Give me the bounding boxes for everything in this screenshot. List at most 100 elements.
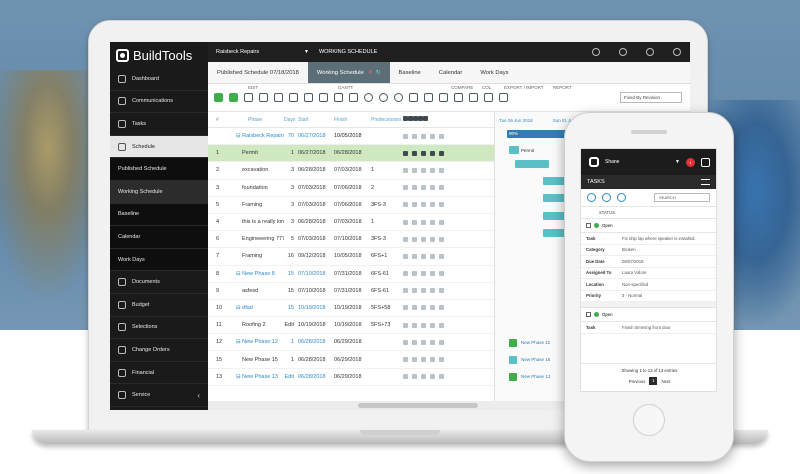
- link-icon[interactable]: [334, 93, 343, 102]
- sidebar-subitem-working-schedule[interactable]: Working Schedule: [110, 180, 208, 204]
- phone-user[interactable]: Shane: [605, 159, 669, 165]
- link-icon[interactable]: [421, 253, 426, 259]
- comment-icon[interactable]: [430, 133, 435, 139]
- attachment-icon[interactable]: [439, 339, 444, 345]
- lightbulb-icon[interactable]: [592, 48, 600, 56]
- gantt-bar-phase15[interactable]: [509, 356, 517, 364]
- comment-icon[interactable]: [430, 185, 435, 191]
- add-icon[interactable]: [403, 374, 408, 380]
- tab-work-days[interactable]: Work Days: [471, 62, 517, 83]
- link-icon[interactable]: [421, 150, 426, 156]
- chevron-down-icon[interactable]: ▼: [304, 49, 309, 55]
- attachment-icon[interactable]: [439, 185, 444, 191]
- tab-working-schedule[interactable]: Working Schedule ✕ ↻: [307, 62, 390, 83]
- comment-icon[interactable]: [430, 202, 435, 208]
- eye-icon[interactable]: [412, 288, 417, 294]
- col-finish[interactable]: Finish: [334, 117, 371, 123]
- collapse-icon[interactable]: [424, 93, 433, 102]
- eye-icon[interactable]: [412, 339, 417, 345]
- link-icon[interactable]: [421, 288, 426, 294]
- attachment-icon[interactable]: [439, 236, 444, 242]
- col-phase[interactable]: Phase: [226, 117, 284, 123]
- add-icon[interactable]: [403, 271, 408, 277]
- close-icon[interactable]: ✕: [368, 70, 373, 76]
- attachment-icon[interactable]: [439, 288, 444, 294]
- comment-icon[interactable]: [430, 339, 435, 345]
- attachment-icon[interactable]: [439, 202, 444, 208]
- add-icon[interactable]: [403, 150, 408, 156]
- link-icon[interactable]: [421, 219, 426, 225]
- link-icon[interactable]: [421, 133, 426, 139]
- eye-icon[interactable]: [412, 357, 417, 363]
- eye-icon[interactable]: [412, 133, 417, 139]
- print-icon[interactable]: [499, 93, 508, 102]
- import-icon[interactable]: [484, 93, 493, 102]
- attachment-icon[interactable]: [423, 116, 428, 121]
- eye-icon[interactable]: [412, 150, 417, 156]
- indent-icon[interactable]: [289, 93, 298, 102]
- comment-icon[interactable]: [430, 236, 435, 242]
- buildtools-logo-icon[interactable]: [589, 157, 599, 167]
- add-icon[interactable]: [403, 339, 408, 345]
- hamburger-menu-icon[interactable]: [701, 179, 710, 185]
- add-icon[interactable]: [403, 202, 408, 208]
- eye-icon[interactable]: [412, 202, 417, 208]
- attachment-icon[interactable]: [439, 374, 444, 380]
- prev-page-button[interactable]: Previous: [629, 379, 646, 384]
- refresh-icon[interactable]: [587, 193, 596, 202]
- page-1-button[interactable]: 1: [649, 377, 658, 385]
- comment-icon[interactable]: [430, 271, 435, 277]
- gantt-bar-phase13[interactable]: [509, 373, 517, 381]
- col-number[interactable]: #: [208, 117, 226, 123]
- gantt-bar-excavation[interactable]: [515, 160, 549, 168]
- eye-icon[interactable]: [412, 253, 417, 259]
- add-icon[interactable]: [403, 236, 408, 242]
- attachment-icon[interactable]: [439, 322, 444, 328]
- announce-icon[interactable]: [274, 93, 283, 102]
- eye-icon[interactable]: [412, 305, 417, 311]
- eye-icon[interactable]: [412, 185, 417, 191]
- add-icon[interactable]: [403, 288, 408, 294]
- sidebar-item-documents[interactable]: Documents: [110, 271, 208, 294]
- add-icon[interactable]: [403, 219, 408, 225]
- undo-icon[interactable]: [364, 93, 373, 102]
- compare-icon[interactable]: [439, 93, 448, 102]
- zoom-in-icon[interactable]: [379, 93, 388, 102]
- outdent-icon[interactable]: [304, 93, 313, 102]
- eye-icon[interactable]: [412, 322, 417, 328]
- columns-icon[interactable]: [454, 93, 463, 102]
- sidebar-item-selections[interactable]: Selections: [110, 317, 208, 340]
- comment-icon[interactable]: [430, 288, 435, 294]
- next-page-button[interactable]: Next: [661, 379, 670, 384]
- comment-icon[interactable]: [430, 305, 435, 311]
- phone-status-header[interactable]: STATUS: [581, 207, 716, 219]
- add-icon[interactable]: [214, 93, 223, 102]
- revision-select[interactable]: Fixed By Revision: [620, 92, 682, 103]
- link-icon[interactable]: [421, 374, 426, 380]
- attachment-icon[interactable]: [439, 271, 444, 277]
- phone-search-input[interactable]: SEARCH: [654, 193, 710, 202]
- comment-icon[interactable]: [430, 374, 435, 380]
- attachment-icon[interactable]: [439, 305, 444, 311]
- sidebar-item-service[interactable]: Service ‹: [110, 384, 208, 407]
- app-logo[interactable]: BuildTools: [110, 42, 208, 68]
- bell-icon[interactable]: [619, 48, 627, 56]
- record-checkbox[interactable]: [586, 312, 591, 317]
- gear-icon[interactable]: [673, 48, 681, 56]
- link-icon[interactable]: [421, 305, 426, 311]
- gantt-bar-phase12[interactable]: [509, 339, 517, 347]
- add-icon[interactable]: [403, 133, 408, 139]
- col-days[interactable]: Days: [284, 117, 298, 123]
- gantt-bar-permit[interactable]: [509, 146, 519, 154]
- comment-icon[interactable]: [430, 167, 435, 173]
- chevron-down-icon[interactable]: ▼: [675, 159, 680, 165]
- eye-icon[interactable]: [412, 236, 417, 242]
- tab-calendar[interactable]: Calendar: [430, 62, 472, 83]
- sidebar-item-budget[interactable]: Budget: [110, 294, 208, 317]
- add-row-icon[interactable]: [229, 93, 238, 102]
- eye-icon[interactable]: [412, 219, 417, 225]
- comment-icon[interactable]: [430, 219, 435, 225]
- add-icon[interactable]: [602, 193, 611, 202]
- link-icon[interactable]: [421, 202, 426, 208]
- user-icon[interactable]: [646, 48, 654, 56]
